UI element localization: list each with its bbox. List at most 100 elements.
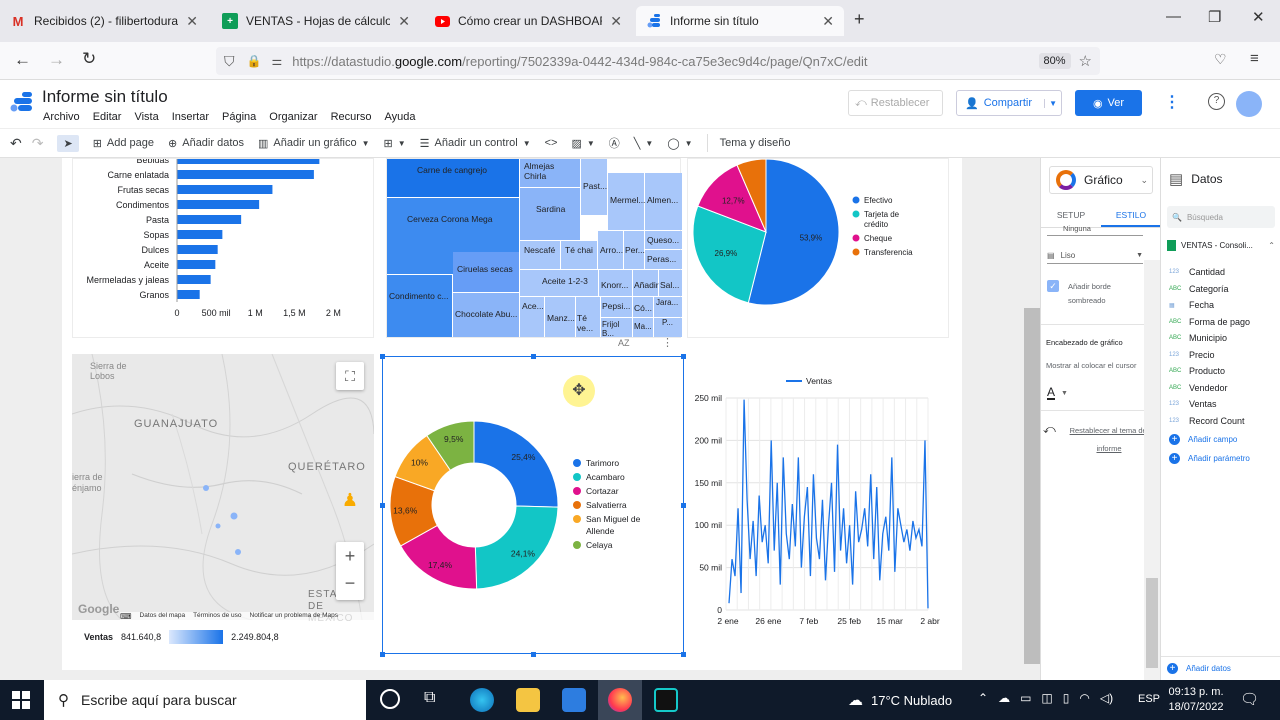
community-viz-button[interactable]: ⊞ ▼ [384, 137, 406, 150]
firefox-taskbar-button[interactable] [598, 680, 642, 720]
help-icon[interactable]: ? [1208, 93, 1225, 110]
menu-insertar[interactable]: Insertar [172, 111, 209, 123]
avatar[interactable] [1236, 91, 1262, 117]
chevron-up-icon[interactable]: ⌃ [978, 691, 988, 705]
task-view-icon[interactable]: ⧉ [424, 689, 435, 707]
window-close-icon[interactable]: ✕ [1252, 8, 1265, 26]
chart-header-option[interactable]: Mostrar al colocar el cursor [1046, 361, 1150, 370]
field-item[interactable]: 123 Ventas [1169, 396, 1277, 413]
share-button[interactable]: 👤 Compartir ▼ [956, 90, 1062, 116]
camera-icon[interactable]: ◫ [1041, 691, 1052, 705]
tab-informe[interactable]: Informe sin título ✕ [636, 6, 844, 36]
menu-icon[interactable]: ≡ [1250, 50, 1259, 67]
pocket-icon[interactable]: ♡ [1214, 51, 1227, 68]
bar-chart-card[interactable]: Bebidas Carne enlatada Frutas secas Condime… [72, 155, 374, 338]
map-marker[interactable] [203, 485, 209, 491]
add-field-button[interactable]: + Añadir campo [1169, 434, 1237, 445]
map-marker[interactable] [230, 512, 238, 520]
bookmark-star-icon[interactable]: ☆ [1079, 52, 1092, 70]
file-explorer-icon[interactable] [516, 688, 540, 712]
field-item[interactable]: ABC Vendedor [1169, 380, 1277, 397]
theme-button[interactable]: Tema y diseño [720, 137, 791, 149]
volume-icon[interactable]: ◁) [1100, 691, 1113, 705]
view-button[interactable]: ◉ Ver [1075, 90, 1142, 116]
donut-chart-card[interactable]: 25,4% 24,1% 17,4% 13,6% 10% 9,5% Tarimoro Acamb… [382, 356, 684, 654]
image-button[interactable]: ▨ ▼ [571, 137, 594, 150]
resize-handle[interactable] [380, 503, 385, 508]
move-cursor-icon[interactable]: ✥ [563, 375, 595, 407]
field-item[interactable]: 123 Cantidad [1169, 264, 1277, 281]
notifications-icon[interactable]: 🗨 [1240, 690, 1259, 708]
reload-icon[interactable]: ↻ [82, 49, 96, 69]
data-source[interactable]: VENTAS - Consoli... ⌃ [1167, 240, 1275, 251]
resize-handle[interactable] [531, 354, 536, 359]
collapse-icon[interactable]: ⌃ [1268, 241, 1275, 250]
reset-theme-link[interactable]: Restablecer al tema del informe [1061, 422, 1157, 458]
data-search-input[interactable]: 🔍 Búsqueda [1167, 206, 1275, 228]
code-embed-button[interactable]: <> [545, 137, 558, 149]
field-item[interactable]: ▦ Fecha [1169, 297, 1277, 314]
chevron-down-icon[interactable]: ▼ [1044, 98, 1061, 108]
add-control-button[interactable]: ☰ Añadir un control ▼ [420, 137, 531, 150]
wifi-icon[interactable]: ◠ [1079, 691, 1089, 705]
menu-archivo[interactable]: Archivo [43, 111, 80, 123]
add-parameter-button[interactable]: + Añadir parámetro [1169, 453, 1250, 464]
zoom-indicator[interactable]: 80% [1038, 53, 1071, 69]
map-card[interactable]: Sierra de Lobos GUANAJUATO QUERÉTARO EST… [72, 354, 374, 654]
address-bar[interactable]: ⛉ 🔒 ⚌ https://datastudio. google.com/repo… [216, 47, 1100, 75]
menu-recurso[interactable]: Recurso [331, 111, 372, 123]
select-cursor-icon[interactable]: ➤ [57, 134, 79, 152]
weather-widget[interactable]: ☁ 17°C Nublado [848, 691, 952, 709]
report-title[interactable]: Informe sin título [42, 87, 168, 107]
device-icon[interactable]: ▭ [1020, 691, 1031, 705]
line-style-select[interactable]: ▤ Liso ▼ [1047, 248, 1143, 264]
back-icon[interactable]: ← [14, 50, 31, 70]
add-data-button[interactable]: ⊕ Añadir datos [168, 137, 244, 150]
zoom-out-icon[interactable]: − [336, 571, 364, 600]
field-item[interactable]: ABC Categoría [1169, 281, 1277, 298]
shape-button[interactable]: ◯ ▼ [667, 137, 692, 150]
field-item[interactable]: ABC Municipio [1169, 330, 1277, 347]
tab-youtube[interactable]: Cómo crear un DASHBOARD ✕ [424, 6, 632, 36]
map-canvas[interactable] [72, 354, 374, 620]
more-vert-icon[interactable]: ⋮ [662, 336, 673, 349]
redo-icon[interactable]: ↷ [32, 135, 44, 152]
map-marker[interactable] [235, 549, 241, 555]
zoom-in-icon[interactable]: + [336, 542, 364, 571]
menu-ayuda[interactable]: Ayuda [385, 111, 416, 123]
map-data-link[interactable]: Datos del mapa [140, 612, 186, 621]
font-color-picker[interactable]: A ▼ [1047, 386, 1077, 400]
app-icon[interactable] [654, 688, 678, 712]
tab-sheets[interactable]: + VENTAS - Hojas de cálculo de G ✕ [212, 6, 420, 36]
more-vert-icon[interactable]: ⋮ [1164, 92, 1180, 112]
cortana-icon[interactable] [380, 689, 400, 709]
pegman-icon[interactable]: ♟ [340, 490, 360, 520]
store-icon[interactable] [562, 688, 586, 712]
menu-pagina[interactable]: Página [222, 111, 256, 123]
field-item[interactable]: ABC Producto [1169, 363, 1277, 380]
forward-icon[interactable]: → [48, 50, 65, 70]
language-indicator[interactable]: ESP [1138, 693, 1160, 705]
close-icon[interactable]: ✕ [822, 13, 834, 30]
canvas-scrollbar[interactable] [1024, 308, 1040, 664]
payment-pie-card[interactable]: 53,9% 26,9% 12,7% Efectivo Tarjeta de crédito… [687, 158, 949, 338]
map-marker[interactable] [215, 523, 221, 529]
add-page-button[interactable]: ⊞ Add page [93, 137, 154, 150]
menu-editar[interactable]: Editar [93, 111, 122, 123]
new-tab-icon[interactable]: + [854, 9, 865, 30]
close-icon[interactable]: ✕ [398, 13, 410, 30]
battery-icon[interactable]: ▯ [1063, 691, 1070, 705]
windows-start-icon[interactable] [12, 691, 30, 712]
line-chart-card[interactable]: 0 50 mil 100 mil 150 mil 200 mil 250 mil 2 ene… [686, 356, 950, 654]
close-icon[interactable]: ✕ [186, 13, 198, 30]
text-button[interactable]: Ⓐ [609, 135, 620, 151]
resize-handle[interactable] [380, 354, 385, 359]
menu-organizar[interactable]: Organizar [269, 111, 317, 123]
clock[interactable]: 09:13 p. m. 18/07/2022 [1164, 685, 1228, 715]
reset-button[interactable]: ⤺ Restablecer [848, 90, 943, 116]
add-chart-button[interactable]: ▥ Añadir un gráfico ▼ [258, 137, 370, 150]
keyboard-icon[interactable]: ⌨ [120, 612, 132, 621]
maximize-icon[interactable]: ❐ [1208, 8, 1221, 26]
field-item[interactable]: ABC Forma de pago [1169, 314, 1277, 331]
field-item[interactable]: 123 Precio [1169, 347, 1277, 364]
